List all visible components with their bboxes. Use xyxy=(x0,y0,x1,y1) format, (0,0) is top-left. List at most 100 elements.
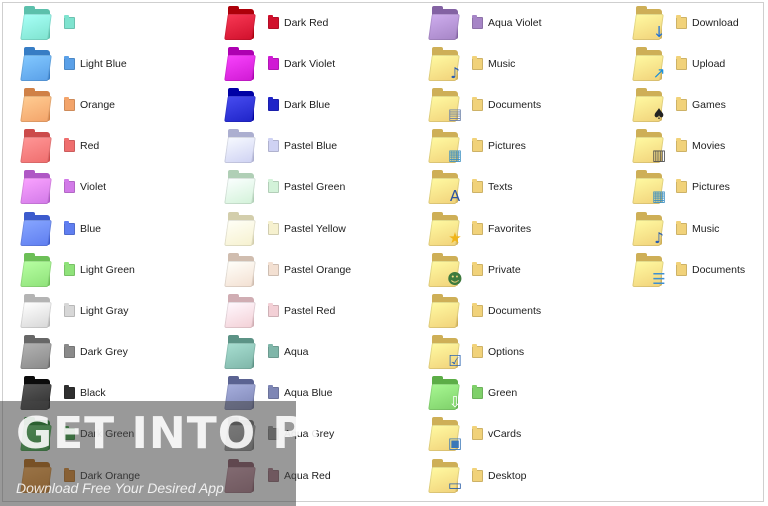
folder-label: Aqua xyxy=(284,346,309,359)
large-folder-icon xyxy=(224,211,258,247)
large-checklist-icon: ☑ xyxy=(428,334,462,370)
folder-item-favorites[interactable]: ★ Favorites xyxy=(428,208,632,249)
folder-item-pastel-red[interactable]: Pastel Red xyxy=(224,290,428,331)
folder-label: Private xyxy=(488,263,521,276)
folder-item-documents[interactable]: ☰ Documents xyxy=(632,249,768,290)
folder-label: Light Blue xyxy=(80,57,127,70)
folder-item-blue[interactable]: Blue xyxy=(20,208,224,249)
large-folder-icon xyxy=(224,46,258,82)
folder-item-music[interactable]: ♪ Music xyxy=(632,208,768,249)
folder-item-pastel-green[interactable]: Pastel Green xyxy=(224,167,428,208)
star-icon: ★ xyxy=(448,228,462,247)
folder-item-pictures[interactable]: ▦ Pictures xyxy=(632,167,768,208)
picture-icon: ▦ xyxy=(651,187,667,206)
folder-item-options[interactable]: ☑ Options xyxy=(428,332,632,373)
folder-label: Music xyxy=(692,222,720,235)
folder-item-documents[interactable]: ▤ Documents xyxy=(428,84,632,125)
folder-item-light-green[interactable]: Light Green xyxy=(20,249,224,290)
folder-front-shape xyxy=(20,178,52,205)
folder-item-light-blue[interactable]: Light Blue xyxy=(20,43,224,84)
folder-tab-shape xyxy=(228,293,239,300)
folder-tab-shape xyxy=(24,211,35,218)
music-note-icon: ♪ xyxy=(450,63,460,82)
folder-tab-shape xyxy=(432,170,443,177)
folder-label: Favorites xyxy=(488,222,532,235)
folder-label: Black xyxy=(80,387,106,400)
folder-label: Dark Red xyxy=(284,16,329,29)
folder-front-shape xyxy=(224,260,256,287)
small-folder-icon xyxy=(64,14,75,29)
small-folder-icon xyxy=(268,220,279,235)
folder-item-red[interactable]: Red xyxy=(20,126,224,167)
large-folder-icon xyxy=(20,211,54,247)
folder-tab-shape xyxy=(432,293,443,300)
folder-item-music[interactable]: ♪ Music xyxy=(428,43,632,84)
large-picture-icon: ▦ xyxy=(632,169,666,205)
small-folder-icon xyxy=(472,426,483,441)
folder-label: vCards xyxy=(488,428,522,441)
folder-item-dark-blue[interactable]: Dark Blue xyxy=(224,84,428,125)
folder-tab-shape xyxy=(228,252,239,259)
large-folder-icon xyxy=(224,252,258,288)
folder-item-green[interactable]: ⇩ Green xyxy=(428,373,632,414)
folder-item-texts[interactable]: A Texts xyxy=(428,167,632,208)
folder-item-movies[interactable]: ▥ Movies xyxy=(632,126,768,167)
folder-item-violet[interactable]: Violet xyxy=(20,167,224,208)
letter-a-icon: A xyxy=(449,187,461,206)
folder-label: Violet xyxy=(80,181,107,194)
folder-label: Options xyxy=(488,346,525,359)
folder-tab-shape xyxy=(636,211,647,218)
folder-label: Light Green xyxy=(80,263,135,276)
folder-tab-shape xyxy=(432,129,443,136)
folder-label: Documents xyxy=(692,263,746,276)
large-folder-icon xyxy=(224,5,258,41)
folder-item-dark-red[interactable]: Dark Red xyxy=(224,2,428,43)
folder-front-shape xyxy=(20,54,52,81)
large-folder-icon xyxy=(20,169,54,205)
folder-label: Pastel Orange xyxy=(284,263,352,276)
folder-item-dark-grey[interactable]: Dark Grey xyxy=(20,332,224,373)
small-folder-icon xyxy=(472,302,483,317)
large-user-icon: ☻ xyxy=(428,252,463,288)
folder-label: Pastel Red xyxy=(284,304,336,317)
folder-label: Desktop xyxy=(488,469,527,482)
folder-item-upload[interactable]: ↗ Upload xyxy=(632,43,768,84)
folder-label: Aqua Blue xyxy=(284,387,333,400)
folder-item-unnamed[interactable] xyxy=(20,2,224,43)
large-library-icon: ☰ xyxy=(632,252,666,288)
folder-item-download[interactable]: ↓ Download xyxy=(632,2,768,43)
folder-item-pastel-orange[interactable]: Pastel Orange xyxy=(224,249,428,290)
folder-item-private[interactable]: ☻ Private xyxy=(428,249,632,290)
small-folder-icon xyxy=(64,138,75,153)
folder-item-pastel-yellow[interactable]: Pastel Yellow xyxy=(224,208,428,249)
folder-item-documents[interactable]: Documents xyxy=(428,290,632,331)
download-arrow-icon: ↓ xyxy=(652,22,666,41)
folder-front-shape xyxy=(20,95,52,122)
arrow-down-icon: ⇩ xyxy=(448,393,462,412)
folder-item-vcards[interactable]: ▣ vCards xyxy=(428,414,632,455)
folder-item-games[interactable]: ♠ Games xyxy=(632,84,768,125)
folder-item-pastel-blue[interactable]: Pastel Blue xyxy=(224,126,428,167)
folder-item-dark-violet[interactable]: Dark Violet xyxy=(224,43,428,84)
folder-front-shape xyxy=(224,95,256,122)
large-folder-icon xyxy=(224,334,258,370)
folder-front-shape xyxy=(224,301,256,328)
folder-item-aqua[interactable]: Aqua xyxy=(224,332,428,373)
folder-item-light-gray[interactable]: Light Gray xyxy=(20,290,224,331)
folder-item-aqua-violet[interactable]: Aqua Violet xyxy=(428,2,632,43)
folder-item-pictures[interactable]: ▦ Pictures xyxy=(428,126,632,167)
folder-front-shape xyxy=(224,13,256,40)
small-folder-icon xyxy=(268,344,279,359)
folder-item-orange[interactable]: Orange xyxy=(20,84,224,125)
folder-front-shape xyxy=(224,54,256,81)
folder-item-desktop[interactable]: ▭ Desktop xyxy=(428,455,632,496)
folder-tab-shape xyxy=(24,170,35,177)
large-folder-icon xyxy=(20,87,54,123)
large-contact-card-icon: ▣ xyxy=(428,416,462,452)
large-folder-icon xyxy=(20,252,54,288)
folder-tab-shape xyxy=(432,5,443,12)
small-folder-icon xyxy=(676,96,687,111)
folder-tab-shape xyxy=(432,46,443,53)
folder-tab-shape xyxy=(228,87,239,94)
folder-tab-shape xyxy=(24,252,35,259)
